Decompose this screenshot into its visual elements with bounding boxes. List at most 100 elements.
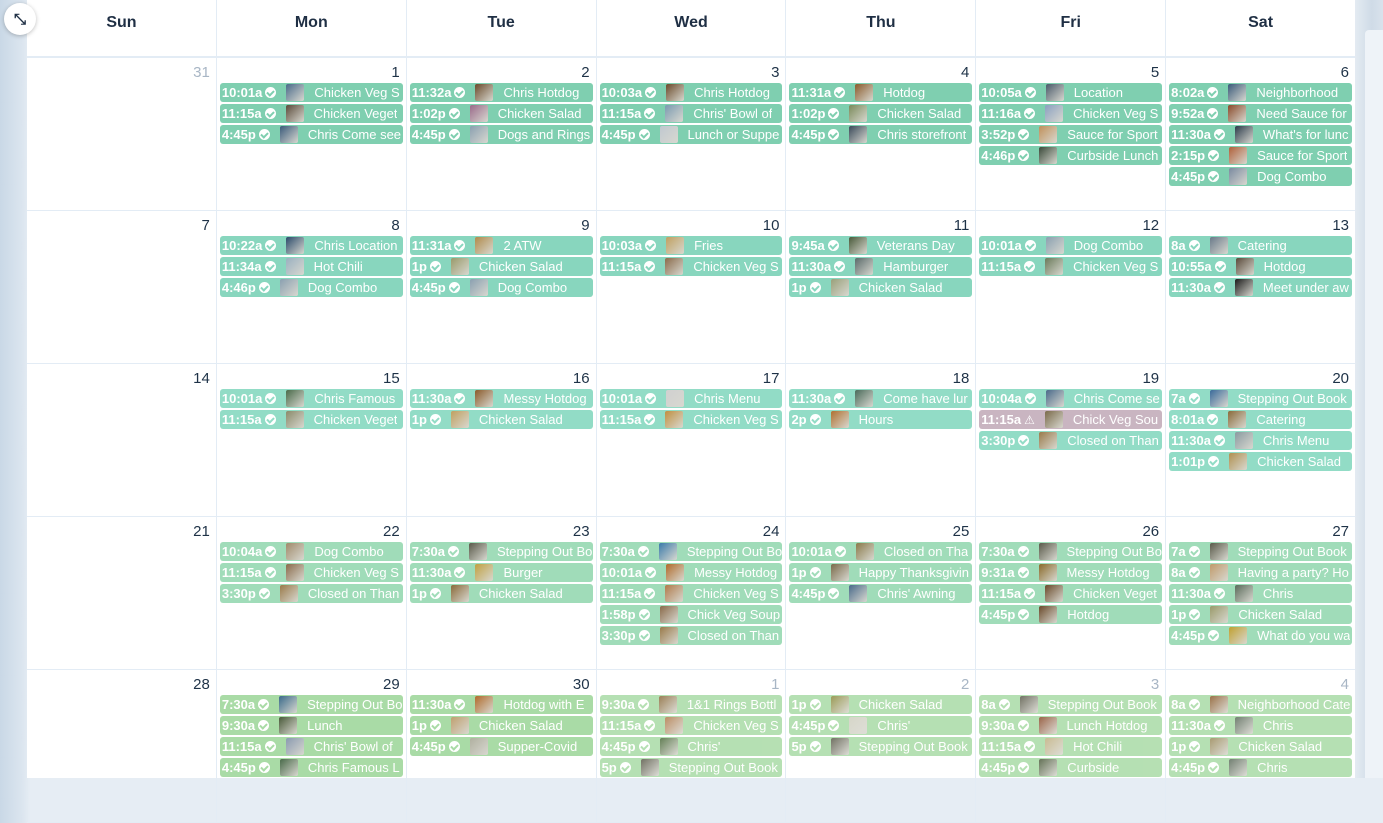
- calendar-event[interactable]: 1:58p Chick Veg Soup: [599, 605, 783, 624]
- calendar-event[interactable]: 11:15a ⚠ Chick Veg Sou: [979, 410, 1163, 429]
- calendar-event[interactable]: 7a Stepping Out Book: [1169, 389, 1353, 408]
- calendar-event[interactable]: 4:45p Supper-Covid: [409, 737, 593, 756]
- calendar-event[interactable]: 11:15a Chicken Veg S: [599, 716, 783, 735]
- expand-button[interactable]: ⤡: [4, 3, 36, 35]
- calendar-event[interactable]: 11:15a Chicken Veget: [219, 104, 403, 123]
- calendar-event[interactable]: 1p Chicken Salad: [1169, 737, 1353, 756]
- calendar-event[interactable]: 3:52p Sauce for Sport: [979, 125, 1163, 144]
- calendar-event[interactable]: 11:30a Come have lur: [789, 389, 973, 408]
- calendar-event[interactable]: 9:30a Lunch: [219, 716, 403, 735]
- calendar-event[interactable]: 10:01a Messy Hotdog: [599, 563, 783, 582]
- calendar-event[interactable]: 2p Hours: [789, 410, 973, 429]
- calendar-event[interactable]: 7a Stepping Out Book: [1169, 542, 1353, 561]
- calendar-event[interactable]: 4:45p What do you wa: [1169, 626, 1353, 645]
- calendar-event[interactable]: 11:31a Hotdog: [789, 83, 973, 102]
- day-cell[interactable]: 3 10:03a Chris Hotdog 11:15a Chris' Bowl of 4…: [595, 58, 786, 210]
- calendar-event[interactable]: 1p Chicken Salad: [1169, 605, 1353, 624]
- day-cell[interactable]: 2 11:32a Chris Hotdog 1:02p Chicken Salad 4:4…: [405, 58, 596, 210]
- calendar-event[interactable]: 11:30a Chris Menu: [1169, 431, 1353, 450]
- calendar-event[interactable]: 10:01a Dog Combo: [979, 236, 1163, 255]
- day-cell[interactable]: 27 7a Stepping Out Book 8a Having a party? H…: [1165, 517, 1355, 669]
- calendar-event[interactable]: 1p Chicken Salad: [409, 584, 593, 603]
- calendar-event[interactable]: 11:30a Burger: [409, 563, 593, 582]
- day-cell[interactable]: 15 10:01a Chris Famous 11:15a Chicken Veget: [215, 364, 406, 516]
- calendar-event[interactable]: 9:30a 1&1 Rings Bottl: [599, 695, 783, 714]
- calendar-event[interactable]: 11:30a Hamburger: [789, 257, 973, 276]
- calendar-event[interactable]: 10:01a Chicken Veg S: [219, 83, 403, 102]
- calendar-event[interactable]: 11:15a Chicken Veg S: [979, 257, 1163, 276]
- calendar-event[interactable]: 11:30a What's for lunc: [1169, 125, 1353, 144]
- day-cell[interactable]: 2 1p Chicken Salad 4:45p Chris' 5p Stepping Ou…: [785, 670, 975, 822]
- calendar-event[interactable]: 1:01p Chicken Salad: [1169, 452, 1353, 471]
- calendar-event[interactable]: 4:46p Curbside Lunch: [979, 146, 1163, 165]
- day-cell[interactable]: 20 7a Stepping Out Book 8:01a Catering 11:30a…: [1165, 364, 1355, 516]
- day-cell[interactable]: 16 11:30a Messy Hotdog 1p Chicken Salad: [405, 364, 596, 516]
- calendar-event[interactable]: 5p Stepping Out Book: [789, 737, 973, 756]
- day-cell[interactable]: 1 10:01a Chicken Veg S 11:15a Chicken Veget 4…: [215, 58, 406, 210]
- calendar-event[interactable]: 4:45p Chris Famous L: [219, 758, 403, 777]
- calendar-event[interactable]: 10:01a Closed on Tha: [789, 542, 973, 561]
- calendar-event[interactable]: 9:30a Lunch Hotdog: [979, 716, 1163, 735]
- day-cell[interactable]: 12 10:01a Dog Combo 11:15a Chicken Veg S: [975, 211, 1165, 363]
- calendar-event[interactable]: 7:30a Stepping Out Bo: [979, 542, 1163, 561]
- calendar-event[interactable]: 1:02p Chicken Salad: [789, 104, 973, 123]
- calendar-event[interactable]: 11:30a Chris: [1169, 716, 1353, 735]
- day-cell[interactable]: 18 11:30a Come have lur 2p Hours: [785, 364, 975, 516]
- day-cell[interactable]: 22 10:04a Dog Combo 11:15a Chicken Veg S 3:30…: [215, 517, 406, 669]
- calendar-event[interactable]: 9:31a Messy Hotdog: [979, 563, 1163, 582]
- calendar-event[interactable]: 11:15a Chris' Bowl of: [599, 104, 783, 123]
- calendar-event[interactable]: 5p Stepping Out Book: [599, 758, 783, 777]
- calendar-event[interactable]: 10:55a Hotdog: [1169, 257, 1353, 276]
- calendar-event[interactable]: 10:01a Chris Menu: [599, 389, 783, 408]
- calendar-event[interactable]: 8:01a Catering: [1169, 410, 1353, 429]
- day-cell[interactable]: 3 8a Stepping Out Book 9:30a Lunch Hotdog 11:…: [975, 670, 1165, 822]
- calendar-event[interactable]: 4:45p Chris': [789, 716, 973, 735]
- day-cell[interactable]: 19 10:04a Chris Come se 11:15a ⚠ Chick Veg So…: [975, 364, 1165, 516]
- calendar-event[interactable]: 1p Chicken Salad: [409, 410, 593, 429]
- calendar-event[interactable]: 4:45p Lunch or Suppe: [599, 125, 783, 144]
- calendar-event[interactable]: 4:45p Chris' Awning: [789, 584, 973, 603]
- calendar-event[interactable]: 11:30a Hotdog with E: [409, 695, 593, 714]
- day-cell[interactable]: 29 7:30a Stepping Out Bo 9:30a Lunch 11:15a Ch…: [215, 670, 406, 822]
- calendar-event[interactable]: 4:45p Chris storefront: [789, 125, 973, 144]
- calendar-event[interactable]: 7:30a Stepping Out Bo: [409, 542, 593, 561]
- day-cell[interactable]: 26 7:30a Stepping Out Bo 9:31a Messy Hotdog 1…: [975, 517, 1165, 669]
- calendar-event[interactable]: 1p Chicken Salad: [789, 695, 973, 714]
- calendar-event[interactable]: 11:34a Hot Chili: [219, 257, 403, 276]
- day-cell[interactable]: 30 11:30a Hotdog with E 1p Chicken Salad 4:45…: [405, 670, 596, 822]
- calendar-event[interactable]: 8a Catering: [1169, 236, 1353, 255]
- calendar-event[interactable]: 3:30p Closed on Than: [979, 431, 1163, 450]
- calendar-event[interactable]: 4:45p Dog Combo: [409, 278, 593, 297]
- day-cell[interactable]: 31: [27, 58, 216, 210]
- calendar-event[interactable]: 9:45a Veterans Day: [789, 236, 973, 255]
- calendar-event[interactable]: 8a Stepping Out Book: [979, 695, 1163, 714]
- calendar-event[interactable]: 4:45p Chris: [1169, 758, 1353, 777]
- calendar-event[interactable]: 11:15a Chicken Veg S: [599, 257, 783, 276]
- calendar-event[interactable]: 11:15a Chicken Veg S: [219, 563, 403, 582]
- calendar-event[interactable]: 4:46p Dog Combo: [219, 278, 403, 297]
- calendar-event[interactable]: 9:52a Need Sauce for: [1169, 104, 1353, 123]
- day-cell[interactable]: 21: [27, 517, 216, 669]
- day-cell[interactable]: 10 10:03a Fries 11:15a Chicken Veg S: [595, 211, 786, 363]
- calendar-event[interactable]: 11:15a Chris' Bowl of: [219, 737, 403, 756]
- calendar-event[interactable]: 11:15a Hot Chili: [979, 737, 1163, 756]
- calendar-event[interactable]: 8a Neighborhood Cate: [1169, 695, 1353, 714]
- day-cell[interactable]: 4 8a Neighborhood Cate 11:30a Chris 1p Chicken…: [1165, 670, 1355, 822]
- calendar-event[interactable]: 4:45p Curbside: [979, 758, 1163, 777]
- day-cell[interactable]: 7: [27, 211, 216, 363]
- calendar-event[interactable]: 11:15a Chicken Veget: [219, 410, 403, 429]
- calendar-event[interactable]: 1p Chicken Salad: [789, 278, 973, 297]
- calendar-event[interactable]: 1p Chicken Salad: [409, 257, 593, 276]
- calendar-event[interactable]: 3:30p Closed on Than: [599, 626, 783, 645]
- calendar-event[interactable]: 11:32a Chris Hotdog: [409, 83, 593, 102]
- day-cell[interactable]: 13 8a Catering 10:55a Hotdog 11:30a Meet under…: [1165, 211, 1355, 363]
- calendar-event[interactable]: 4:45p Dogs and Rings: [409, 125, 593, 144]
- day-cell[interactable]: 8 10:22a Chris Location 11:34a Hot Chili 4:46…: [215, 211, 406, 363]
- calendar-event[interactable]: 11:30a Messy Hotdog: [409, 389, 593, 408]
- day-cell[interactable]: 5 10:05a Location 11:16a Chicken Veg S 3:52p S…: [975, 58, 1165, 210]
- day-cell[interactable]: 24 7:30a Stepping Out Bo 10:01a Messy Hotdog…: [595, 517, 786, 669]
- calendar-event[interactable]: 4:45p Dog Combo: [1169, 167, 1353, 186]
- calendar-event[interactable]: 11:15a Chicken Veget: [979, 584, 1163, 603]
- calendar-event[interactable]: 11:31a 2 ATW: [409, 236, 593, 255]
- calendar-event[interactable]: 8:02a Neighborhood: [1169, 83, 1353, 102]
